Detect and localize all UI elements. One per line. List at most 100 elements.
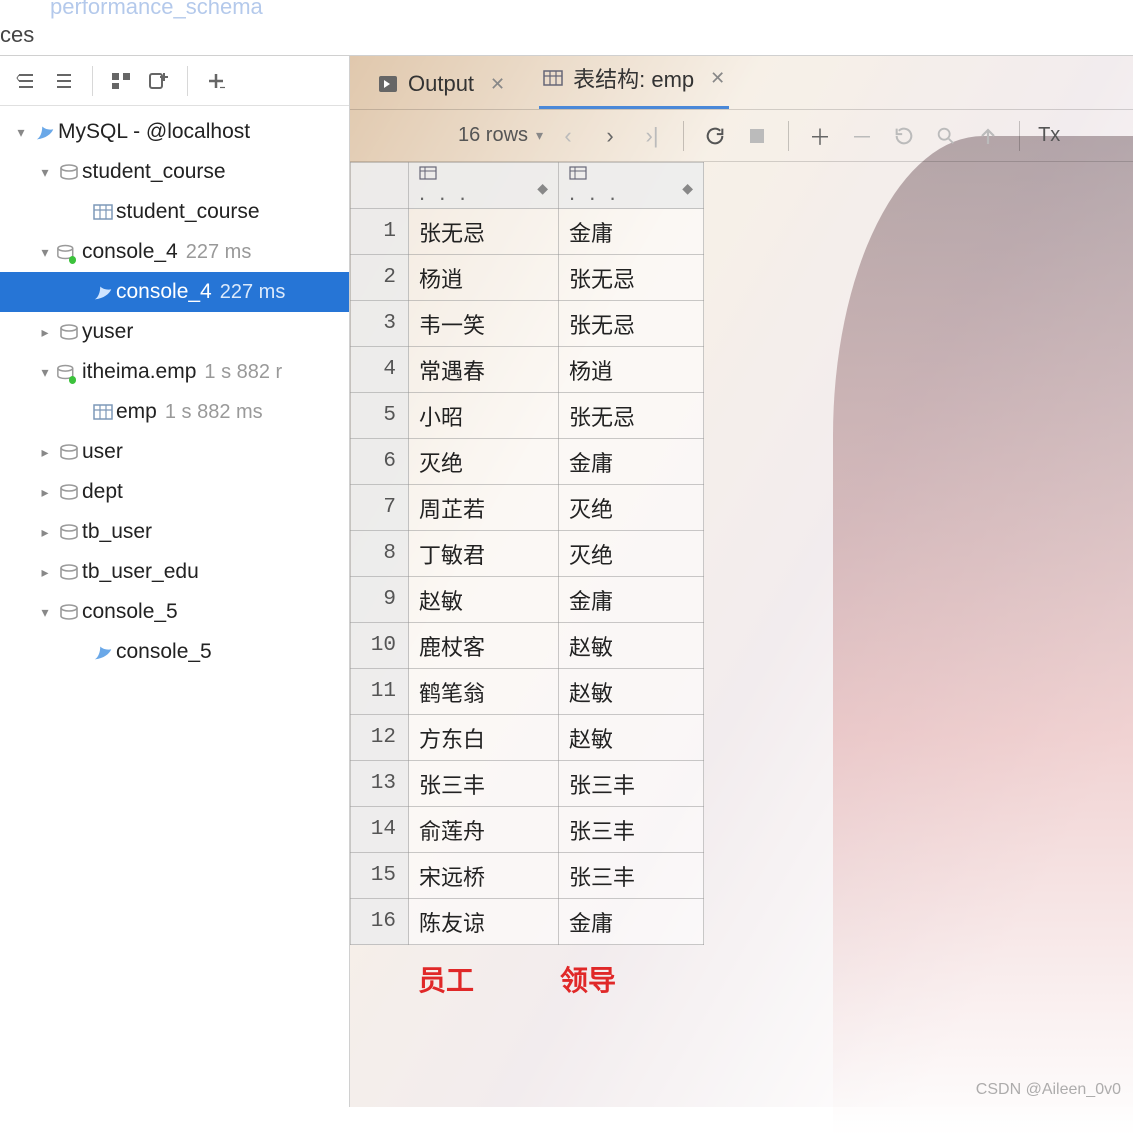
row-count-dropdown[interactable]: 16 rows ▾: [458, 124, 543, 147]
close-icon[interactable]: ✕: [490, 74, 505, 95]
row-number[interactable]: 4: [351, 347, 409, 393]
row-number[interactable]: 9: [351, 577, 409, 623]
cell-col2[interactable]: 杨逍: [559, 347, 704, 393]
tree-schema-yuser[interactable]: ▸ yuser: [0, 312, 349, 352]
row-number[interactable]: 2: [351, 255, 409, 301]
row-number[interactable]: 6: [351, 439, 409, 485]
table-row[interactable]: 8丁敏君灭绝: [351, 531, 704, 577]
collapse-all-button[interactable]: [48, 65, 80, 97]
cell-col2[interactable]: 灭绝: [559, 531, 704, 577]
cell-col2[interactable]: 金庸: [559, 899, 704, 945]
cell-col1[interactable]: 张三丰: [409, 761, 559, 807]
cell-col2[interactable]: 张三丰: [559, 761, 704, 807]
last-page-button[interactable]: ›|: [635, 119, 669, 153]
row-number[interactable]: 8: [351, 531, 409, 577]
sort-icon[interactable]: ◆: [537, 180, 548, 197]
services-tree[interactable]: ▾ MySQL - @localhost ▾ student_course st…: [0, 106, 349, 678]
row-number[interactable]: 13: [351, 761, 409, 807]
remove-row-button[interactable]: －: [845, 119, 879, 153]
cell-col1[interactable]: 鹿杖客: [409, 623, 559, 669]
revert-button[interactable]: [887, 119, 921, 153]
table-row[interactable]: 4常遇春杨逍: [351, 347, 704, 393]
table-row[interactable]: 15宋远桥张三丰: [351, 853, 704, 899]
add-service-button[interactable]: [143, 65, 175, 97]
expand-all-button[interactable]: [10, 65, 42, 97]
row-number[interactable]: 14: [351, 807, 409, 853]
row-number[interactable]: 12: [351, 715, 409, 761]
cell-col1[interactable]: 方东白: [409, 715, 559, 761]
tree-datasource-mysql[interactable]: ▾ MySQL - @localhost: [0, 112, 349, 152]
tree-run-console4[interactable]: ▾ console_4 227 ms: [0, 232, 349, 272]
new-button[interactable]: [200, 65, 232, 97]
table-row[interactable]: 7周芷若灭绝: [351, 485, 704, 531]
cell-col1[interactable]: 赵敏: [409, 577, 559, 623]
table-row[interactable]: 6灭绝金庸: [351, 439, 704, 485]
result-grid[interactable]: . . . ◆ . . . ◆ 1张无忌金庸2杨逍张无忌3韦一笑张无忌4常遇春杨…: [350, 162, 1133, 999]
cell-col2[interactable]: 金庸: [559, 209, 704, 255]
cell-col1[interactable]: 张无忌: [409, 209, 559, 255]
cell-col2[interactable]: 张无忌: [559, 393, 704, 439]
cell-col2[interactable]: 灭绝: [559, 485, 704, 531]
table-row[interactable]: 13张三丰张三丰: [351, 761, 704, 807]
table-row[interactable]: 5小昭张无忌: [351, 393, 704, 439]
row-number[interactable]: 1: [351, 209, 409, 255]
tree-schema-tb-user-edu[interactable]: ▸ tb_user_edu: [0, 552, 349, 592]
row-number[interactable]: 11: [351, 669, 409, 715]
cell-col2[interactable]: 赵敏: [559, 669, 704, 715]
table-row[interactable]: 3韦一笑张无忌: [351, 301, 704, 347]
cell-col1[interactable]: 灭绝: [409, 439, 559, 485]
table-row[interactable]: 11鹤笔翁赵敏: [351, 669, 704, 715]
column-header-1[interactable]: . . . ◆: [409, 163, 559, 209]
cell-col1[interactable]: 韦一笑: [409, 301, 559, 347]
tree-schema-user[interactable]: ▸ user: [0, 432, 349, 472]
row-number[interactable]: 7: [351, 485, 409, 531]
prev-page-button[interactable]: ‹: [551, 119, 585, 153]
row-number[interactable]: 10: [351, 623, 409, 669]
cell-col2[interactable]: 金庸: [559, 439, 704, 485]
next-page-button[interactable]: ›: [593, 119, 627, 153]
cell-col2[interactable]: 赵敏: [559, 623, 704, 669]
tree-schema-dept[interactable]: ▸ dept: [0, 472, 349, 512]
row-number[interactable]: 16: [351, 899, 409, 945]
close-icon[interactable]: ✕: [710, 68, 725, 89]
tree-table-student-course[interactable]: student_course: [0, 192, 349, 232]
cell-col2[interactable]: 金庸: [559, 577, 704, 623]
tree-console5-child[interactable]: console_5: [0, 632, 349, 672]
tree-schema-console5[interactable]: ▾ console_5: [0, 592, 349, 632]
row-number[interactable]: 5: [351, 393, 409, 439]
sort-icon[interactable]: ◆: [682, 180, 693, 197]
table-row[interactable]: 2杨逍张无忌: [351, 255, 704, 301]
cell-col1[interactable]: 俞莲舟: [409, 807, 559, 853]
cell-col1[interactable]: 周芷若: [409, 485, 559, 531]
row-number[interactable]: 3: [351, 301, 409, 347]
cell-col1[interactable]: 陈友谅: [409, 899, 559, 945]
cell-col2[interactable]: 张无忌: [559, 255, 704, 301]
tree-table-emp[interactable]: emp 1 s 882 ms: [0, 392, 349, 432]
tree-schema-tb-user[interactable]: ▸ tb_user: [0, 512, 349, 552]
table-row[interactable]: 12方东白赵敏: [351, 715, 704, 761]
cell-col1[interactable]: 宋远桥: [409, 853, 559, 899]
table-row[interactable]: 9赵敏金庸: [351, 577, 704, 623]
tree-run-itheima-emp[interactable]: ▾ itheima.emp 1 s 882 r: [0, 352, 349, 392]
table-row[interactable]: 1张无忌金庸: [351, 209, 704, 255]
cell-col2[interactable]: 张无忌: [559, 301, 704, 347]
column-header-2[interactable]: . . . ◆: [559, 163, 704, 209]
row-number[interactable]: 15: [351, 853, 409, 899]
table-row[interactable]: 16陈友谅金庸: [351, 899, 704, 945]
tree-schema-student-course[interactable]: ▾ student_course: [0, 152, 349, 192]
preview-dml-button[interactable]: [929, 119, 963, 153]
row-number-header[interactable]: [351, 163, 409, 209]
layout-button[interactable]: [105, 65, 137, 97]
table-row[interactable]: 10鹿杖客赵敏: [351, 623, 704, 669]
stop-button[interactable]: [740, 119, 774, 153]
tab-table-struct-emp[interactable]: 表结构: emp ✕: [539, 52, 729, 109]
add-row-button[interactable]: ＋: [803, 119, 837, 153]
cell-col2[interactable]: 张三丰: [559, 807, 704, 853]
table-row[interactable]: 14俞莲舟张三丰: [351, 807, 704, 853]
cell-col2[interactable]: 张三丰: [559, 853, 704, 899]
cell-col1[interactable]: 鹤笔翁: [409, 669, 559, 715]
cell-col1[interactable]: 常遇春: [409, 347, 559, 393]
tab-output[interactable]: Output ✕: [374, 61, 509, 109]
cell-col1[interactable]: 小昭: [409, 393, 559, 439]
commit-button[interactable]: [971, 119, 1005, 153]
